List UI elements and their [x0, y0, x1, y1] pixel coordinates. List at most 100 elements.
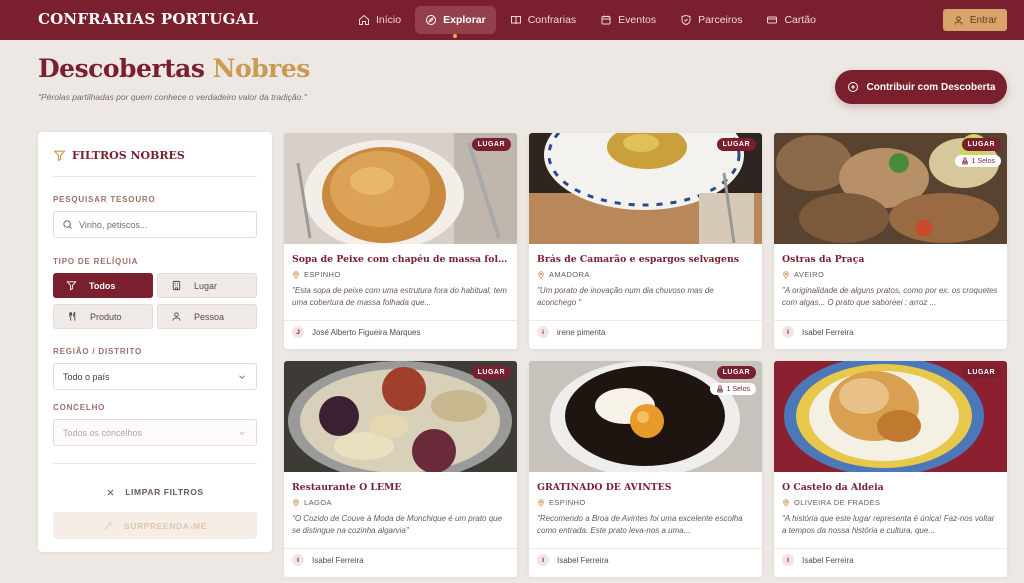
type-label-lugar: Lugar — [194, 280, 218, 291]
divider — [774, 548, 1007, 549]
type-lugar-button[interactable]: Lugar — [157, 273, 257, 298]
filter-icon — [65, 281, 77, 291]
compass-icon — [426, 15, 437, 25]
seals-badge: 1 Selos — [954, 155, 1001, 167]
card-author[interactable]: I Isabel Ferreira — [292, 554, 364, 566]
chevron-down-icon — [239, 374, 245, 379]
type-label-todos: Todos — [89, 280, 116, 291]
nav-item-inicio[interactable]: Início — [348, 6, 411, 34]
nav-label: Parceiros — [698, 14, 743, 26]
avatar: J — [292, 326, 304, 338]
card-author[interactable]: I Isabel Ferreira — [782, 326, 854, 338]
search-icon — [63, 220, 72, 229]
county-select[interactable]: Todos os concelhos — [53, 419, 257, 446]
nav-item-confrarias[interactable]: Confrarias — [500, 6, 586, 34]
type-badge: LUGAR — [471, 366, 511, 379]
type-todos-button[interactable]: Todos — [53, 273, 153, 298]
seals-count: 1 Selos — [726, 385, 750, 393]
brand-logo[interactable]: CONFRARIAS PORTUGAL — [38, 10, 258, 28]
surprise-button[interactable]: SURPREENDA-ME — [53, 512, 257, 539]
page-subtitle: "Pérolas partilhadas por quem conhece o … — [38, 92, 307, 102]
user-icon — [954, 15, 963, 25]
card-location: OLIVEIRA DE FRADES — [782, 498, 880, 507]
discovery-card[interactable]: LUGAR Brás de Camarão e espargos selvage… — [529, 133, 762, 349]
discovery-card[interactable]: LUGAR O Castelo da Aldeia OLIVEIRA DE FR… — [774, 361, 1007, 577]
author-name: irene pimenta — [557, 327, 606, 337]
utensils-icon — [68, 311, 75, 321]
nav-item-eventos[interactable]: Eventos — [590, 6, 666, 34]
nav-item-parceiros[interactable]: Parceiros — [670, 6, 752, 34]
type-label-pessoa: Pessoa — [194, 311, 225, 322]
nav-label: Cartão — [784, 14, 816, 26]
author-name: Isabel Ferreira — [312, 555, 364, 565]
discovery-card[interactable]: LUGAR 1 Selos Ostras da Praça AVEIRO "A … — [774, 133, 1007, 349]
type-pessoa-button[interactable]: Pessoa — [157, 304, 257, 329]
card-title: Brás de Camarão e espargos selvagens — [537, 254, 739, 265]
location-pin-icon — [538, 498, 544, 507]
type-produto-button[interactable]: Produto — [53, 304, 153, 329]
chevron-down-icon — [239, 430, 245, 435]
clear-filters-button[interactable]: LIMPAR FILTROS — [53, 484, 257, 500]
card-quote: "Esta sopa de peixe com uma estrutura fo… — [292, 286, 507, 307]
card-location-text: AVEIRO — [794, 270, 825, 279]
author-name: Isabel Ferreira — [802, 555, 854, 565]
type-badge: LUGAR — [961, 138, 1001, 151]
card-author[interactable]: I Isabel Ferreira — [537, 554, 609, 566]
card-location-text: ESPINHO — [549, 498, 586, 507]
region-select[interactable]: Todo o país — [53, 363, 257, 390]
divider — [529, 320, 762, 321]
location-pin-icon — [293, 498, 299, 507]
card-quote: "Um porato de inovação num dia chuvoso m… — [537, 286, 714, 307]
filter-icon — [53, 150, 66, 162]
divider — [53, 176, 257, 177]
author-name: José Alberto Figueira Marques — [312, 327, 421, 337]
stamp-icon — [716, 385, 723, 393]
region-label: REGIÃO / DISTRITO — [53, 347, 143, 356]
filters-panel: FILTROS NOBRES PESQUISAR TESOURO TIPO DE… — [38, 132, 272, 552]
card-author[interactable]: J José Alberto Figueira Marques — [292, 326, 421, 338]
card-location: ESPINHO — [537, 498, 586, 507]
discovery-card[interactable]: LUGAR 1 Selos GRATINADO DE AVINTES ESPIN… — [529, 361, 762, 577]
type-label-produto: Produto — [90, 311, 122, 322]
divider — [529, 548, 762, 549]
avatar: I — [782, 326, 794, 338]
discovery-card[interactable]: LUGAR Restaurante O LEME LAGOA "O Cozido… — [284, 361, 517, 577]
card-title: GRATINADO DE AVINTES — [537, 482, 672, 493]
card-quote: "Recomendo a Broa de Avintes foi uma exc… — [537, 514, 743, 535]
nav-item-cartao[interactable]: Cartão — [756, 6, 826, 34]
divider — [53, 463, 257, 464]
building-icon — [172, 280, 180, 291]
type-badge: LUGAR — [471, 138, 511, 151]
county-value: Todos os concelhos — [63, 427, 143, 438]
contribute-label: Contribuir com Descoberta — [866, 81, 996, 93]
contribute-button[interactable]: Contribuir com Descoberta — [835, 70, 1007, 104]
search-input[interactable] — [79, 219, 249, 230]
avatar: I — [782, 554, 794, 566]
surprise-label: SURPREENDA-ME — [124, 520, 207, 531]
card-location-text: ESPINHO — [304, 270, 341, 279]
plus-circle-icon — [847, 82, 858, 92]
location-pin-icon — [783, 498, 789, 507]
login-label: Entrar — [969, 14, 998, 26]
card-location: LAGOA — [292, 498, 332, 507]
nav-item-explorar[interactable]: Explorar — [415, 6, 496, 38]
author-name: Isabel Ferreira — [802, 327, 854, 337]
clear-filters-label: LIMPAR FILTROS — [125, 487, 204, 497]
book-icon — [510, 16, 521, 25]
card-author[interactable]: i irene pimenta — [537, 326, 605, 338]
top-navbar: CONFRARIAS PORTUGAL Início Explorar Conf… — [0, 0, 1024, 40]
nav-label: Explorar — [443, 14, 486, 26]
card-quote: "O Cozido de Couve à Moda de Monchique é… — [292, 514, 503, 535]
search-field[interactable] — [53, 211, 257, 238]
title-main: Descobertas — [38, 54, 205, 83]
card-location: AMADORA — [537, 270, 590, 279]
seals-badge: 1 Selos — [709, 383, 756, 395]
card-author[interactable]: I Isabel Ferreira — [782, 554, 854, 566]
close-icon — [107, 489, 114, 495]
discovery-card[interactable]: LUGAR Sopa de Peixe com chapéu de massa … — [284, 133, 517, 349]
login-button[interactable]: Entrar — [943, 9, 1007, 31]
county-label: CONCELHO — [53, 403, 106, 412]
divider — [284, 320, 517, 321]
location-pin-icon — [538, 270, 544, 279]
badge-icon — [681, 14, 691, 26]
